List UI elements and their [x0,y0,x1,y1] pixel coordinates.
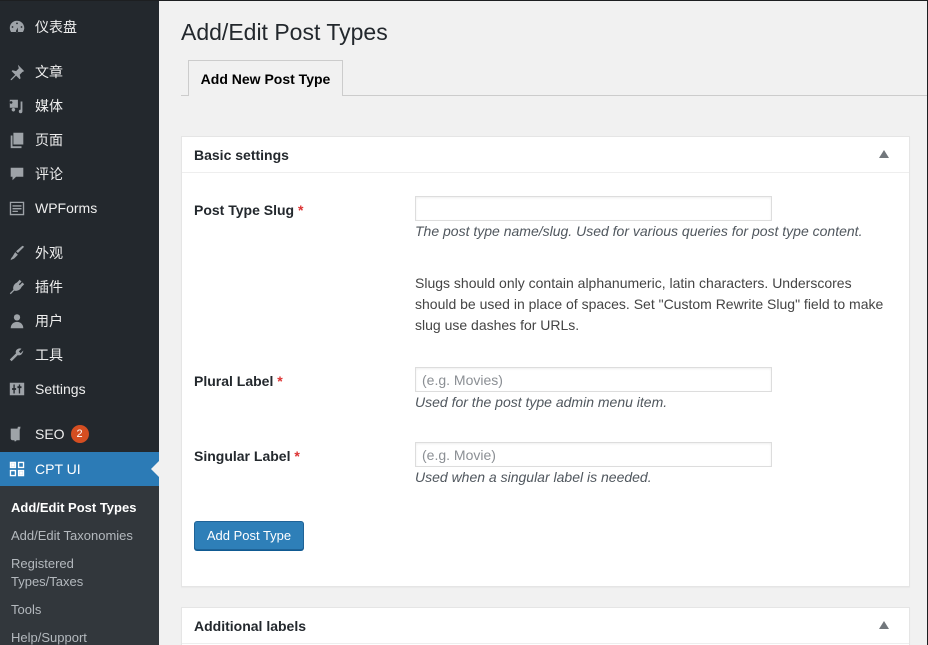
post-type-slug-label: Post Type Slug * [194,202,303,218]
sidebar-item-tools[interactable]: 工具 [0,338,159,372]
sidebar-item-media[interactable]: 媒体 [0,89,159,123]
sidebar-item-label: 插件 [35,279,63,295]
wrench-icon [7,345,27,365]
sidebar-item-cpt-ui[interactable]: CPT UI [0,452,159,486]
required-asterisk: * [294,448,300,464]
sidebar-item-label: 仪表盘 [35,19,77,35]
plural-label-label: Plural Label * [194,373,283,389]
sidebar-item-label: 页面 [35,132,63,148]
cpt-ui-submenu: Add/Edit Post Types Add/Edit Taxonomies … [0,486,159,645]
comment-icon [7,164,27,184]
submenu-help-support[interactable]: Help/Support [11,629,87,645]
cptui-icon [7,459,27,479]
required-asterisk: * [297,202,304,218]
sidebar-item-dashboard[interactable]: 仪表盘 [0,10,159,44]
sidebar-item-label: 文章 [35,64,63,80]
sidebar-item-plugins[interactable]: 插件 [0,270,159,304]
page-title: Add/Edit Post Types [181,19,388,45]
panel-title: Basic settings [194,146,289,163]
submenu-tools[interactable]: Tools [11,601,41,619]
basic-settings-header[interactable]: Basic settings [182,137,909,173]
basic-settings-panel: Basic settings Post Type Slug * The post… [181,136,910,587]
collapse-arrow-icon[interactable] [879,621,889,629]
plugin-icon [7,277,27,297]
required-asterisk: * [277,373,283,389]
media-icon [7,96,27,116]
collapse-arrow-icon[interactable] [879,150,889,158]
sidebar-item-label: 评论 [35,166,63,182]
sidebar-item-wpforms[interactable]: WPForms [0,191,159,225]
singular-label-label: Singular Label * [194,448,300,464]
slug-note: Slugs should only contain alphanumeric, … [415,275,884,333]
main-content: Add/Edit Post Types Add New Post Type Ba… [159,1,927,645]
sidebar-item-pages[interactable]: 页面 [0,123,159,157]
sidebar-item-label: Settings [35,381,86,397]
sidebar-item-appearance[interactable]: 外观 [0,236,159,270]
dashboard-icon [7,17,27,37]
submenu-add-edit-post-types[interactable]: Add/Edit Post Types [11,499,136,517]
paintbrush-icon [7,243,27,263]
sidebar-item-posts[interactable]: 文章 [0,55,159,89]
sidebar-item-label: SEO [35,426,65,442]
sidebar-item-label: CPT UI [35,461,81,477]
plural-label-input[interactable] [415,367,772,392]
yoast-icon [7,424,27,444]
submenu-registered-types-taxes[interactable]: Registered Types/Taxes [11,555,111,591]
label-text: Singular Label [194,448,291,464]
pages-icon [7,130,27,150]
post-type-slug-description: The post type name/slug. Used for variou… [415,223,863,239]
sidebar-item-label: WPForms [35,200,98,216]
notification-badge: 2 [70,425,89,443]
sidebar-item-label: 用户 [35,313,63,329]
singular-label-input[interactable] [415,442,772,467]
label-text: Post Type Slug [194,202,295,218]
pin-icon [7,62,27,82]
additional-labels-panel: Additional labels [181,607,910,645]
sidebar-item-comments[interactable]: 评论 [0,157,159,191]
sidebar-item-label: 媒体 [35,98,63,114]
sidebar-item-label: 外观 [35,245,63,261]
sidebar-item-users[interactable]: 用户 [0,304,159,338]
sidebar-item-label: 工具 [35,347,63,363]
singular-label-description: Used when a singular label is needed. [415,469,652,485]
admin-sidebar: 仪表盘 文章 媒体 页面 评论 WPForms 外观 插件 用户 工具 Sett… [0,1,159,645]
sidebar-item-settings[interactable]: Settings [0,372,159,406]
label-text: Plural Label [194,373,274,389]
add-post-type-button[interactable]: Add Post Type [194,521,304,550]
submenu-add-edit-taxonomies[interactable]: Add/Edit Taxonomies [11,527,133,545]
sidebar-item-seo[interactable]: SEO 2 [0,417,159,451]
user-icon [7,311,27,331]
additional-labels-header[interactable]: Additional labels [182,608,909,644]
settings-icon [7,379,27,399]
tab-add-new-post-type[interactable]: Add New Post Type [188,60,343,96]
wpforms-icon [7,198,27,218]
panel-title: Additional labels [194,617,307,634]
post-type-slug-input[interactable] [415,196,772,221]
plural-label-description: Used for the post type admin menu item. [415,394,668,410]
